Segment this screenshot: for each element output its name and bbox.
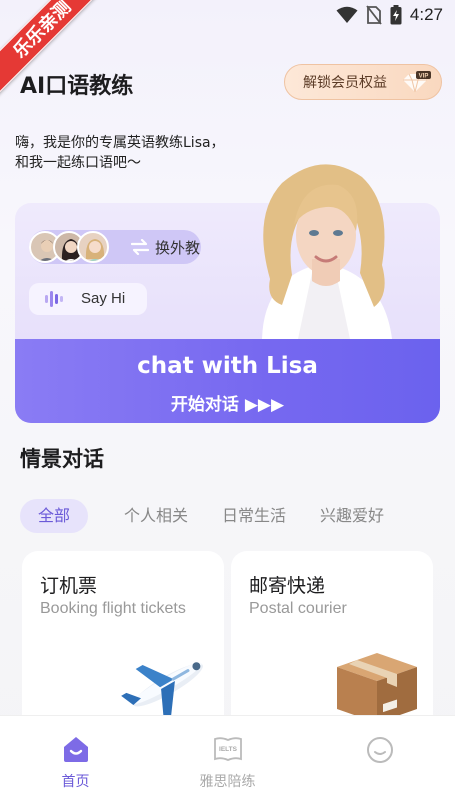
home-icon xyxy=(63,737,88,762)
coach-intro: 嗨，我是你的专属英语教练Lisa， 和我一起练口语吧～ xyxy=(15,133,225,173)
package-icon xyxy=(337,653,417,723)
swap-icon xyxy=(131,239,149,255)
scenario-card-subtitle: Postal courier xyxy=(249,600,347,617)
svg-text:VIP: VIP xyxy=(419,74,429,80)
profile-face-icon xyxy=(366,737,393,763)
nav-item-profile[interactable] xyxy=(304,716,455,808)
ielts-book-icon: IELTS xyxy=(213,737,242,761)
airplane-icon xyxy=(121,662,203,717)
no-sim-icon xyxy=(366,5,382,25)
tab-all[interactable]: 全部 xyxy=(20,499,89,533)
scenario-card-subtitle: Booking flight tickets xyxy=(40,600,186,617)
switch-teacher-label: 换外教 xyxy=(155,239,201,257)
status-icons: 4:27 xyxy=(336,5,443,25)
battery-charging-icon xyxy=(390,5,402,25)
nav-label-home: 首页 xyxy=(61,774,90,790)
status-time: 4:27 xyxy=(409,5,443,24)
wifi-icon xyxy=(336,6,358,23)
vip-button-label: 解锁会员权益 xyxy=(303,75,387,91)
scenario-section-title: 情景对话 xyxy=(20,447,104,471)
scenario-card-postal-courier[interactable]: 邮寄快递 Postal courier xyxy=(231,551,433,731)
switch-teacher-button[interactable]: 换外教 xyxy=(29,230,201,264)
voice-wave-icon xyxy=(45,291,63,307)
nav-item-home[interactable]: 首页 xyxy=(0,716,151,808)
scenario-tabs: 全部 个人相关 日常生活 兴趣爱好 xyxy=(20,499,418,533)
intro-line-2: 和我一起练口语吧～ xyxy=(15,155,141,171)
tab-hobbies[interactable]: 兴趣爱好 xyxy=(320,499,384,533)
say-hi-label: Say Hi xyxy=(81,290,126,307)
tab-daily-life[interactable]: 日常生活 xyxy=(222,499,286,533)
scenario-card-booking-flight[interactable]: 订机票 Booking flight tickets xyxy=(22,551,224,731)
tab-personal[interactable]: 个人相关 xyxy=(124,499,188,533)
nav-item-ielts[interactable]: IELTS 雅思陪练 xyxy=(152,716,303,808)
unlock-vip-button[interactable]: 解锁会员权益 VIP xyxy=(284,64,442,100)
bottom-nav: 首页 IELTS 雅思陪练 xyxy=(0,715,455,808)
teacher-avatar-3 xyxy=(77,231,109,263)
chat-with-lisa-title: chat with Lisa xyxy=(137,353,318,379)
scenario-card-title: 订机票 xyxy=(40,575,98,597)
nav-label-ielts: 雅思陪练 xyxy=(199,774,256,790)
vip-diamond-icon: VIP xyxy=(403,71,431,93)
coach-lisa-portrait xyxy=(262,164,392,339)
svg-text:IELTS: IELTS xyxy=(219,746,238,753)
page-title: AI口语教练 xyxy=(20,74,134,99)
scenario-card-title: 邮寄快递 xyxy=(249,575,326,597)
start-chat-label[interactable]: 开始对话 ▶▶▶ xyxy=(15,390,440,415)
intro-line-1: 嗨，我是你的专属英语教练Lisa， xyxy=(15,135,225,151)
say-hi-button[interactable]: Say Hi xyxy=(29,283,147,315)
